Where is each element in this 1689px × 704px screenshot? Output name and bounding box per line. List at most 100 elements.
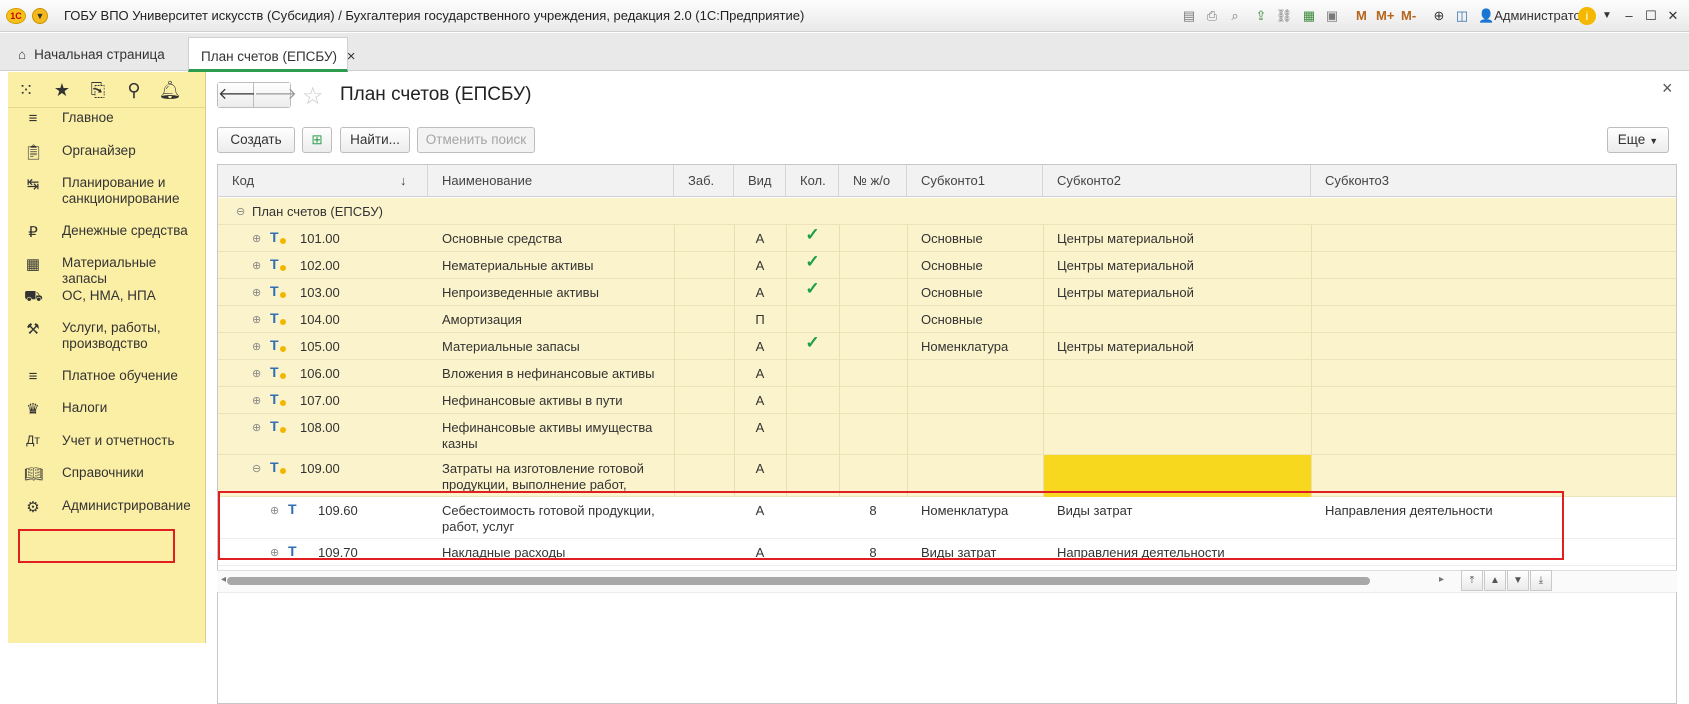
scroll-up-icon[interactable]: ▲ — [1484, 570, 1506, 591]
table-cell-kol — [786, 360, 839, 366]
close-form-icon[interactable]: × — [1662, 78, 1673, 99]
table-row[interactable]: ⊕T104.00АмортизацияПОсновные средс... — [218, 306, 1676, 343]
expand-icon[interactable]: ⊕ — [252, 313, 261, 326]
sidebar-item-planning[interactable]: ↹ Планирование и санкционирование — [16, 175, 196, 207]
table-cell-s1: Номенклатура — [921, 339, 1009, 354]
main-menu-button[interactable]: ▼ — [32, 8, 48, 24]
preview-icon[interactable]: ⌕ — [1226, 7, 1244, 25]
favorite-star-icon[interactable]: ☆ — [302, 82, 324, 111]
scroll-right-icon[interactable]: ▸ — [1439, 574, 1444, 585]
favorites-icon[interactable]: ★ — [50, 78, 74, 102]
minimize-button[interactable]: – — [1620, 7, 1638, 25]
expand-icon[interactable]: ⊕ — [252, 394, 261, 407]
column-header-type[interactable]: Вид — [734, 165, 786, 197]
column-separator — [1043, 252, 1044, 279]
scrollbar-thumb[interactable] — [227, 577, 1370, 585]
copy-document-button[interactable]: ⊞ — [302, 127, 332, 153]
sidebar-item-accounting[interactable]: Дт Учет и отчетность — [16, 433, 196, 449]
sidebar-item-organizer[interactable]: 📋︎ Органайзер — [16, 143, 196, 161]
group-row[interactable]: ⊖ План счетов (ЕПСБУ) — [218, 198, 1676, 225]
column-header-code[interactable]: Код ↓ — [218, 165, 428, 197]
sidebar-item-taxes[interactable]: ♛ Налоги — [16, 400, 196, 418]
column-separator — [907, 360, 908, 387]
column-header-quantity[interactable]: Кол. — [786, 165, 839, 197]
print-icon[interactable]: ⎙ — [1203, 7, 1221, 25]
scroll-left-icon[interactable]: ◂ — [221, 574, 226, 585]
emblem-icon: ♛ — [26, 401, 40, 418]
column-header-subconto1[interactable]: Субконто1 — [907, 165, 1043, 197]
info-icon[interactable]: i — [1578, 7, 1596, 25]
table-row[interactable]: ⊕ T 103.00 Непроизведенные активы А ✓ Основные… — [218, 279, 1676, 316]
table-row[interactable]: ⊕ T 102.00 Нематериальные активы А ✓ Основные … — [218, 252, 1676, 289]
back-button[interactable]: 🡐 — [218, 83, 261, 107]
table-cell-vid: А — [755, 339, 765, 354]
scroll-down-icon[interactable]: ▼ — [1507, 570, 1529, 591]
account-type-icon: T — [270, 391, 286, 407]
sidebar-item-main[interactable]: ≡ Главное — [16, 110, 196, 127]
column-separator — [907, 252, 908, 279]
title-bar: 1С ▼ ГОБУ ВПО Университет искусств (Субс… — [0, 0, 1689, 32]
table-cell-kol: ✓ — [805, 333, 820, 352]
close-window-button[interactable]: ✕ — [1664, 7, 1682, 25]
collapse-icon[interactable]: ⊖ — [252, 462, 261, 475]
sidebar-item-services[interactable]: ⚒ Услуги, работы, производство — [16, 320, 196, 352]
expand-icon[interactable]: ⊕ — [252, 421, 261, 434]
chevron-down-icon[interactable]: ▼ — [1598, 7, 1616, 25]
user-name[interactable]: 👤Администратор — [1478, 8, 1588, 24]
collapse-icon[interactable]: ⊖ — [236, 205, 245, 218]
table-cell-kol — [786, 455, 839, 461]
sidebar-item-cash[interactable]: ₽ Денежные средства — [16, 223, 196, 241]
table-row[interactable]: ⊕ T 106.00 Вложения в нефинансовые активы А — [218, 360, 1676, 387]
accounts-table[interactable]: Код ↓ Наименование Заб. Вид Кол. № ж/о С… — [217, 164, 1677, 704]
tab-chart-of-accounts[interactable]: План счетов (ЕПСБУ) × — [188, 37, 356, 72]
table-cell-code: 104.00 — [300, 312, 340, 327]
memory-plus-button[interactable]: M+ — [1376, 8, 1394, 23]
table-row[interactable]: ⊕ T 108.00 Нефинансовые активы имущества ка… — [218, 414, 1676, 455]
find-button[interactable]: Найти... — [340, 127, 410, 153]
sidebar-item-references[interactable]: 📖︎ Справочники — [16, 465, 196, 483]
zoom-icon[interactable]: ⊕ — [1430, 7, 1448, 25]
sidebar-item-inventory[interactable]: ▦ Материальные запасы — [16, 255, 196, 286]
expand-icon[interactable]: ⊕ — [252, 340, 261, 353]
expand-icon[interactable]: ⊕ — [252, 259, 261, 272]
forward-button[interactable]: 🡒 — [254, 83, 297, 107]
create-button[interactable]: Создать — [217, 127, 295, 153]
maximize-button[interactable]: ☐ — [1642, 7, 1660, 25]
upload-icon[interactable]: ⇪ — [1252, 7, 1270, 25]
table-row[interactable]: ⊕T101.00Основные средстваА✓Основные сред… — [218, 225, 1676, 262]
sidebar-item-fixed-assets[interactable]: ⛟ ОС, НМА, НПА — [16, 288, 196, 305]
save-icon[interactable]: ▤ — [1180, 7, 1198, 25]
expand-icon[interactable]: ⊕ — [252, 232, 261, 245]
table-row[interactable]: ⊕ T 105.00 Материальные запасы А ✓ Номенклатур… — [218, 333, 1676, 370]
history-icon[interactable]: ⎘ — [86, 78, 110, 102]
table-cell-s2 — [1057, 387, 1297, 393]
table-row[interactable]: ⊕ T 107.00 Нефинансовые активы в пути А — [218, 387, 1676, 414]
table-cell-vid: А — [755, 258, 765, 273]
expand-icon[interactable]: ⊕ — [252, 367, 261, 380]
column-header-journal[interactable]: № ж/о — [839, 165, 907, 197]
planning-icon: ↹ — [26, 176, 40, 193]
column-header-offbalance[interactable]: Заб. — [674, 165, 734, 197]
more-button[interactable]: Еще ▼ — [1607, 127, 1669, 153]
tab-home[interactable]: ⌂ Начальная страница — [6, 37, 181, 71]
calculator-icon[interactable]: ▦ — [1300, 7, 1318, 25]
link-icon[interactable]: ⛓ — [1275, 7, 1293, 25]
scroll-bottom-icon[interactable]: ⤓ — [1530, 570, 1552, 591]
search-icon[interactable]: ⚲ — [122, 78, 146, 102]
tab-close-icon[interactable]: × — [347, 48, 356, 65]
sidebar-item-administration[interactable]: ⚙ Администрирование — [16, 498, 196, 516]
expand-icon[interactable]: ⊕ — [252, 286, 261, 299]
column-header-name[interactable]: Наименование — [428, 165, 674, 197]
memory-minus-button[interactable]: M- — [1401, 8, 1416, 23]
panels-icon[interactable]: ◫ — [1453, 7, 1471, 25]
calendar-icon[interactable]: ▣ — [1323, 7, 1341, 25]
apps-grid-icon[interactable]: ⁙ — [14, 78, 38, 102]
memory-button[interactable]: M — [1356, 8, 1367, 23]
cancel-search-button[interactable]: Отменить поиск — [417, 127, 535, 153]
sidebar-item-paid-education[interactable]: ≡ Платное обучение — [16, 368, 196, 385]
column-header-subconto2[interactable]: Субконто2 — [1043, 165, 1311, 197]
scroll-top-icon[interactable]: ⤒ — [1461, 570, 1483, 591]
column-header-subconto3[interactable]: Субконто3 — [1311, 165, 1676, 197]
table-cell-code: 105.00 — [300, 339, 340, 354]
bell-icon[interactable]: 🔔︎ — [158, 78, 182, 102]
